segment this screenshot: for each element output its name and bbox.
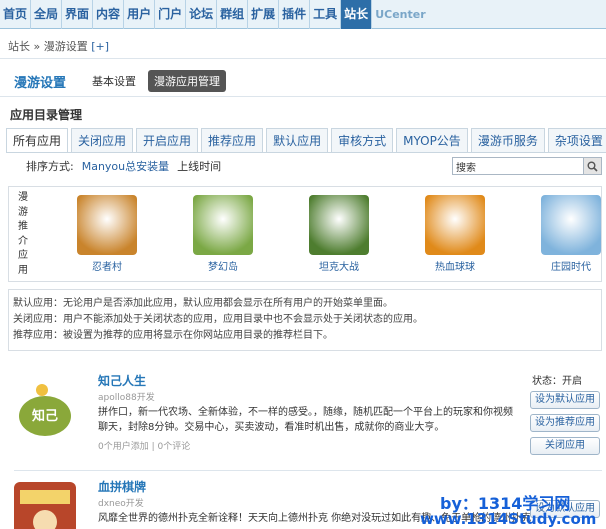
tab-item[interactable]: 关闭应用	[71, 128, 134, 152]
note-closed: 关闭应用：用户不能添加处于关闭状态的应用，应用目录中也不会显示处于关闭状态的应用…	[13, 314, 423, 325]
recommended-app-name: 梦幻岛	[208, 262, 238, 273]
search-button[interactable]	[583, 158, 601, 174]
recommended-app[interactable]: 庄园时代	[513, 195, 606, 273]
svg-text:知己: 知己	[32, 408, 58, 424]
sort-by-date[interactable]: 上线时间	[177, 158, 221, 174]
section-title: 应用目录管理	[10, 108, 83, 122]
nav-item[interactable]: UCenter	[372, 0, 428, 29]
divider	[0, 96, 606, 97]
top-nav: 首页 全局 界面 内容 用户 门户 论坛 群组 扩展 插件 工具 站长 UCenter	[0, 0, 606, 29]
list-item: 知己 知己人生 apollo88开发 拼作口，新一代农场、全新体验，不一样的感受…	[14, 372, 604, 472]
app-thumbnail	[77, 195, 137, 255]
nav-item[interactable]: 全局	[31, 0, 63, 29]
sort-by-installs[interactable]: Manyou总安装量	[82, 158, 169, 174]
nav-item[interactable]: 扩展	[248, 0, 280, 29]
nav-item[interactable]: 首页	[0, 0, 32, 29]
recommended-app[interactable]: 热血球球	[397, 195, 513, 273]
app-thumbnail	[193, 195, 253, 255]
tab-item[interactable]: 漫游币服务	[470, 128, 545, 152]
app-status: 状态：开启	[532, 376, 582, 387]
set-default-button[interactable]: 设为默认应用	[530, 391, 600, 409]
recommended-app-name: 忍者村	[92, 262, 122, 273]
search-input[interactable]	[453, 158, 583, 174]
nav-item[interactable]: 门户	[155, 0, 187, 29]
add-shortcut-link[interactable]: [+]	[91, 40, 109, 53]
app-icon: 知己	[14, 380, 76, 442]
recommended-app-name: 热血球球	[435, 262, 475, 273]
nav-item[interactable]: 论坛	[186, 0, 218, 29]
nav-item[interactable]: 站长	[341, 0, 373, 29]
recommended-app[interactable]: 梦幻岛	[165, 195, 281, 273]
tab-item[interactable]: 开启应用	[136, 128, 199, 152]
breadcrumb: 站长 » 漫游设置 [+]	[8, 38, 109, 54]
tab-item[interactable]: 默认应用	[266, 128, 329, 152]
app-meta: 0个用户添加 | 0个评论	[98, 442, 191, 452]
page-title: 漫游设置	[14, 75, 67, 91]
breadcrumb-current: 漫游设置	[43, 40, 88, 53]
nav-item[interactable]: 群组	[217, 0, 249, 29]
recommended-app[interactable]: 坦克大战	[281, 195, 397, 273]
tab-item[interactable]: MYOP公告	[396, 128, 468, 152]
app-thumbnail	[425, 195, 485, 255]
app-thumbnail	[309, 195, 369, 255]
sort-label: 排序方式:	[26, 160, 74, 173]
recommended-apps: 漫游推介应用 忍者村 梦幻岛 坦克大战 热血球球 庄园时代	[8, 186, 602, 282]
recommended-app-name: 坦克大战	[319, 262, 359, 273]
sub-nav: 漫游设置 基本设置 漫游应用管理	[14, 70, 232, 92]
close-app-button[interactable]: 关闭应用	[530, 437, 600, 455]
recommended-list: 忍者村 梦幻岛 坦克大战 热血球球 庄园时代	[49, 195, 606, 273]
recommended-label: 漫游推介应用	[18, 192, 28, 276]
app-tabs: 所有应用关闭应用开启应用推荐应用默认应用审核方式MYOP公告漫游币服务杂项设置统…	[6, 128, 606, 153]
app-author: apollo88开发	[98, 393, 155, 403]
recommended-app[interactable]: 忍者村	[49, 195, 165, 273]
note-recommended: 推荐应用：被设置为推荐的应用将显示在你网站应用目录的推荐栏目下。	[13, 330, 333, 341]
search-box	[452, 157, 602, 175]
set-recommended-button[interactable]: 设为推荐应用	[530, 414, 600, 432]
nav-item[interactable]: 用户	[124, 0, 156, 29]
nav-item[interactable]: 界面	[62, 0, 94, 29]
tab-item[interactable]: 所有应用	[6, 128, 69, 152]
breadcrumb-root[interactable]: 站长	[8, 40, 30, 53]
app-description: 拼作口，新一代农场、全新体验，不一样的感受。，随缘，随机匹配一个平台上的玩家和你…	[98, 407, 513, 433]
sort-bar: 排序方式: Manyou总安装量 上线时间	[26, 158, 221, 174]
nav-item[interactable]: 内容	[93, 0, 125, 29]
tab-item[interactable]: 推荐应用	[201, 128, 264, 152]
recommended-app-name: 庄园时代	[551, 262, 591, 273]
app-name[interactable]: 知己人生	[98, 372, 518, 389]
nav-item[interactable]: 工具	[310, 0, 342, 29]
divider	[14, 470, 602, 471]
note-default: 默认应用：无论用户是否添加此应用，默认应用都会显示在所有用户的开始菜单里面。	[13, 298, 393, 309]
breadcrumb-separator: »	[33, 40, 41, 53]
help-notes: 默认应用：无论用户是否添加此应用，默认应用都会显示在所有用户的开始菜单里面。 关…	[8, 289, 602, 351]
nav-item[interactable]: 插件	[279, 0, 311, 29]
tab-item[interactable]: 审核方式	[331, 128, 394, 152]
subnav-basic-settings[interactable]: 基本设置	[86, 70, 142, 92]
app-thumbnail	[541, 195, 601, 255]
divider	[0, 58, 606, 59]
search-icon	[587, 161, 598, 172]
watermark-url: www.1314Study.com	[420, 510, 597, 528]
subnav-app-management[interactable]: 漫游应用管理	[148, 70, 227, 92]
app-icon	[14, 482, 76, 529]
tab-item[interactable]: 杂项设置	[547, 128, 606, 152]
